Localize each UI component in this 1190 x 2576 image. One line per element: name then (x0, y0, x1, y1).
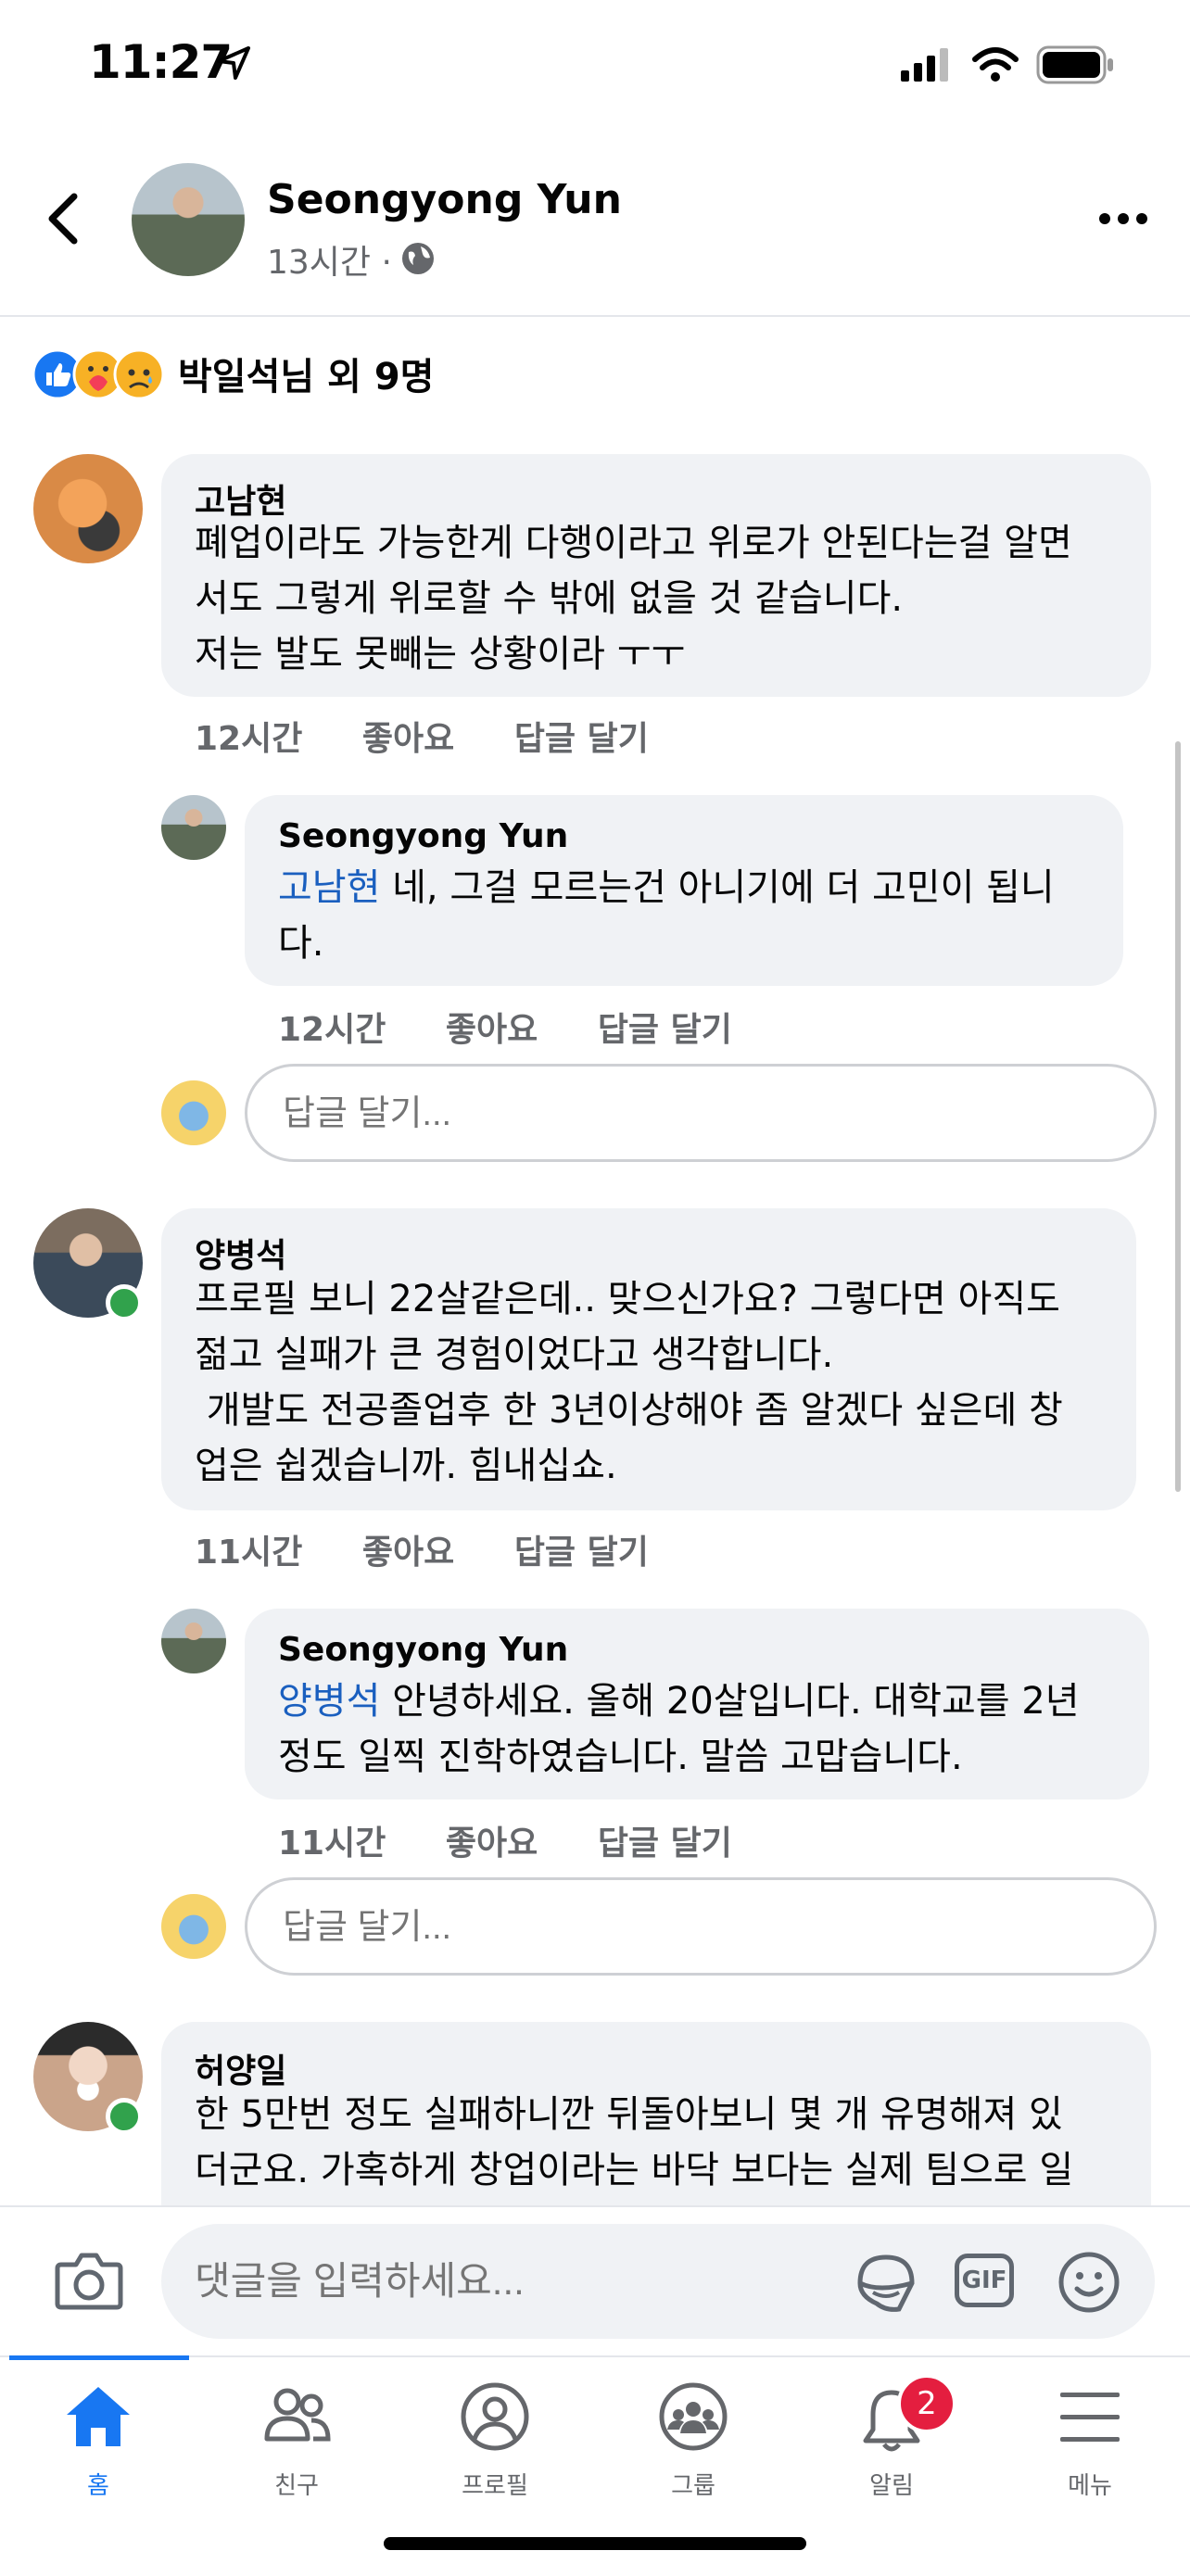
reply-meta: 11시간 좋아요 답글 달기 (278, 1816, 780, 1864)
author-name[interactable]: Seongyong Yun (267, 176, 622, 223)
tab-label: 친구 (274, 2472, 319, 2500)
status-time: 11:27 (89, 35, 233, 89)
post-time: 13시간 · (267, 235, 392, 284)
like-button[interactable]: 좋아요 (446, 1011, 538, 1049)
comment-text: 한 5만번 정도 실패하니깐 뒤돌아보니 몇 개 유명해져 있 더군요. 가혹하… (195, 2093, 1074, 2191)
reply-input-box[interactable] (245, 1877, 1158, 1976)
reply-avatar[interactable] (161, 795, 226, 860)
post-time-dot: · (381, 244, 392, 282)
reply-input-box[interactable] (245, 1064, 1158, 1162)
tab-home[interactable]: 홈 (43, 2381, 154, 2502)
profile-icon (461, 2382, 529, 2451)
comment-author[interactable]: 양병석 (195, 1229, 286, 1277)
reply-text: 양병석 안녕하세요. 올해 20살입니다. 대학교를 2년 정도 일찍 진학하였… (278, 1673, 1140, 1785)
online-status-dot (106, 1284, 143, 1321)
back-chevron-icon[interactable] (43, 191, 83, 246)
reply-meta: 12시간 좋아요 답글 달기 (278, 1003, 780, 1051)
tab-label: 메뉴 (1068, 2472, 1112, 2500)
scroll-indicator[interactable] (1175, 741, 1181, 1492)
reply-author[interactable]: Seongyong Yun (278, 817, 568, 855)
author-avatar[interactable] (132, 163, 245, 276)
reaction-icons[interactable] (32, 348, 171, 400)
sad-reaction-icon (113, 348, 165, 400)
comment-text: 폐업이라도 가능한게 다행이라고 위로가 안된다는걸 알면 서도 그렇게 위로할… (195, 522, 1072, 676)
comment-time: 12시간 (195, 720, 303, 758)
reply-body: 안녕하세요. 올해 20살입니다. 대학교를 2년 정도 일찍 진학하였습니다.… (278, 1680, 1080, 1778)
battery-icon (1036, 45, 1113, 84)
emoji-icon[interactable] (1057, 2250, 1121, 2315)
comment-clip: 허양일 한 5만번 정도 실패하니깐 뒤돌아보니 몇 개 유명해져 있 더군요.… (0, 2020, 1190, 2216)
like-button[interactable]: 좋아요 (362, 720, 454, 758)
comment-author[interactable]: 허양일 (195, 2044, 286, 2092)
reply-input[interactable] (281, 1067, 1158, 1162)
tab-notifications[interactable]: 2 알림 (836, 2374, 956, 2502)
reply-text: 고남현 네, 그걸 모르는건 아니기에 더 고민이 됩니 다. (278, 860, 1112, 971)
reply-button[interactable]: 답글 달기 (514, 1534, 649, 1572)
globe-icon (402, 243, 434, 274)
home-indicator (384, 2537, 806, 2550)
reply-button[interactable]: 답글 달기 (598, 1011, 732, 1049)
comment-meta: 12시간 좋아요 답글 달기 (195, 712, 697, 760)
comment-meta: 11시간 좋아요 답글 달기 (195, 1525, 697, 1573)
camera-icon[interactable] (54, 2250, 124, 2311)
gif-button[interactable]: GIF (955, 2254, 1014, 2307)
cellular-signal-icon (901, 48, 948, 82)
reply-avatar[interactable] (161, 1609, 226, 1673)
mention-link[interactable]: 고남현 (278, 866, 380, 909)
tab-label: 그룹 (671, 2472, 715, 2500)
active-tab-indicator (9, 2355, 189, 2360)
like-button[interactable]: 좋아요 (362, 1534, 454, 1572)
tab-label: 알림 (869, 2472, 914, 2500)
comment-time: 11시간 (195, 1534, 303, 1572)
location-arrow-icon (217, 46, 250, 80)
menu-icon (1060, 2393, 1120, 2442)
friends-icon (264, 2388, 331, 2442)
commenter-avatar[interactable] (33, 454, 143, 563)
like-button[interactable]: 좋아요 (446, 1825, 538, 1863)
reply-author[interactable]: Seongyong Yun (278, 1631, 568, 1669)
more-options-icon[interactable] (1097, 209, 1149, 228)
tab-profile[interactable]: 프로필 (439, 2381, 551, 2502)
reply-input[interactable] (281, 1880, 1158, 1976)
groups-icon (659, 2382, 728, 2451)
reply-time: 12시간 (278, 1011, 386, 1049)
my-avatar (161, 1080, 226, 1145)
tab-menu[interactable]: 메뉴 (1034, 2381, 1146, 2502)
reaction-summary[interactable]: 박일석님 외 9명 (178, 347, 434, 400)
sticker-icon[interactable] (851, 2248, 921, 2318)
mention-link[interactable]: 양병석 (278, 1680, 380, 1723)
home-icon (67, 2387, 130, 2446)
wifi-icon (972, 47, 1019, 82)
reply-body: 네, 그걸 모르는건 아니기에 더 고민이 됩니 다. (278, 866, 1055, 965)
reply-time: 11시간 (278, 1825, 386, 1863)
comment-text: 프로필 보니 22살같은데.. 맞으신가요? 그렇다면 아직도 젊고 실패가 큰… (195, 1278, 1063, 1487)
reply-button[interactable]: 답글 달기 (514, 720, 649, 758)
tab-label: 프로필 (462, 2472, 528, 2500)
notification-badge: 2 (897, 2374, 956, 2433)
tab-groups[interactable]: 그룹 (638, 2381, 749, 2502)
my-avatar (161, 1894, 226, 1959)
reply-button[interactable]: 답글 달기 (598, 1825, 732, 1863)
tab-friends[interactable]: 친구 (241, 2381, 352, 2502)
post-time-text: 13시간 (267, 244, 372, 282)
tab-label: 홈 (87, 2472, 109, 2500)
